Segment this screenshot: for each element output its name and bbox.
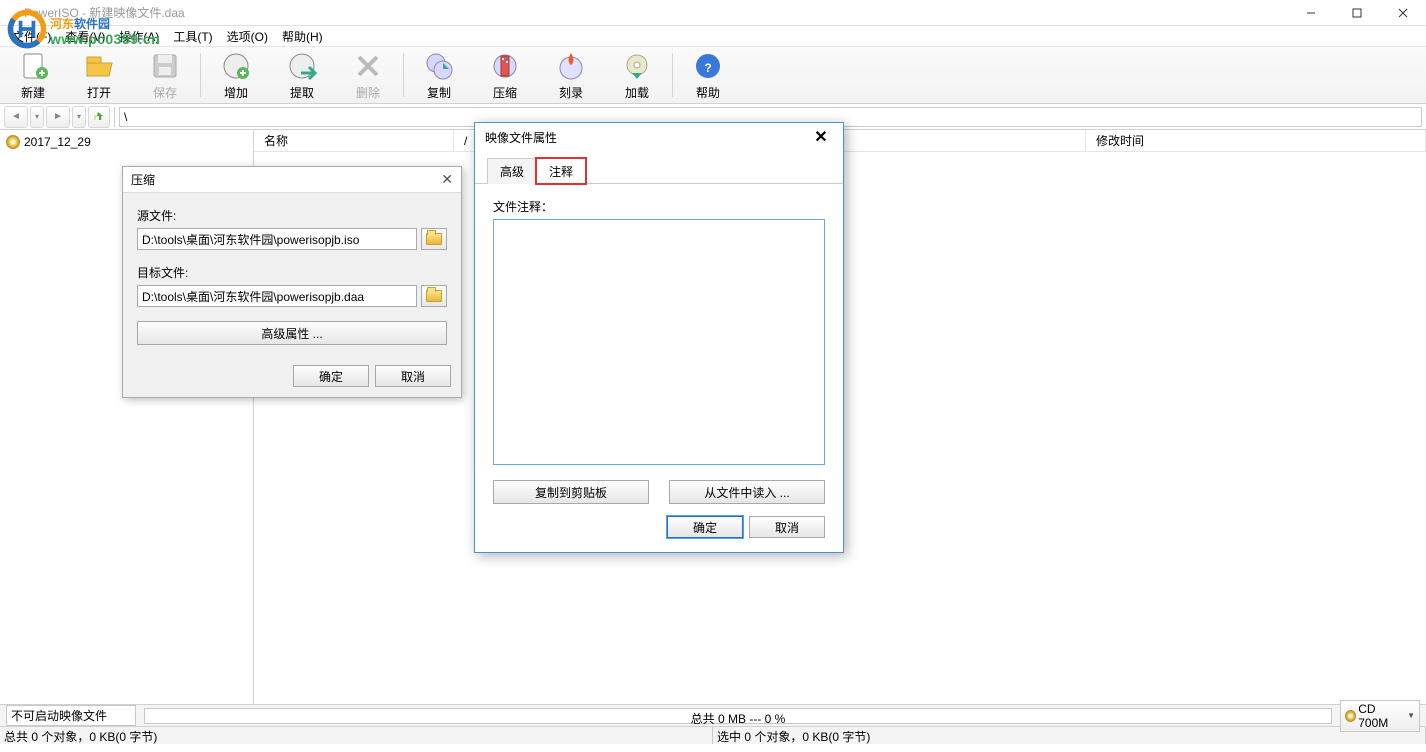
toolbar-delete[interactable]: 删除 xyxy=(335,47,401,103)
extract-icon xyxy=(286,50,318,82)
toolbar-add[interactable]: 增加 xyxy=(203,47,269,103)
copy-icon xyxy=(423,50,455,82)
save-icon xyxy=(149,50,181,82)
maximize-button[interactable] xyxy=(1334,0,1380,26)
props-ok-button[interactable]: 确定 xyxy=(667,516,743,538)
boot-status: 不可启动映像文件 xyxy=(6,705,136,726)
col-modified[interactable]: 修改时间 xyxy=(1086,130,1426,151)
compress-close-icon[interactable]: ✕ xyxy=(441,171,453,188)
source-input[interactable] xyxy=(137,228,417,250)
nav-back-dropdown[interactable]: ▾ xyxy=(30,106,44,128)
watermark-logo xyxy=(4,6,50,52)
target-input[interactable] xyxy=(137,285,417,307)
source-label: 源文件: xyxy=(137,207,447,224)
source-browse-button[interactable] xyxy=(421,228,447,250)
toolbar-extract[interactable]: 提取 xyxy=(269,47,335,103)
props-close-icon[interactable]: ✕ xyxy=(809,127,833,147)
col-name[interactable]: 名称 xyxy=(254,130,454,151)
menubar: 文件(F) 查看(V) 操作(A) 工具(T) 选项(O) 帮助(H) xyxy=(0,26,1426,46)
advanced-button[interactable]: 高级属性 ... xyxy=(137,321,447,345)
toolbar-new[interactable]: 新建 xyxy=(0,47,66,103)
minimize-button[interactable] xyxy=(1288,0,1334,26)
burn-icon xyxy=(555,50,587,82)
nav-up[interactable] xyxy=(88,106,110,128)
menu-tools[interactable]: 工具(T) xyxy=(167,26,218,47)
new-icon xyxy=(17,50,49,82)
close-button[interactable] xyxy=(1380,0,1426,26)
tab-comment[interactable]: 注释 xyxy=(536,158,586,184)
tab-advanced[interactable]: 高级 xyxy=(487,158,537,184)
toolbar-copy[interactable]: 复制 xyxy=(406,47,472,103)
nav-forward-dropdown[interactable]: ▾ xyxy=(72,106,86,128)
compress-cancel-button[interactable]: 取消 xyxy=(375,365,451,387)
nav-back[interactable]: ◄ xyxy=(4,106,28,128)
add-icon xyxy=(220,50,252,82)
props-cancel-button[interactable]: 取消 xyxy=(749,516,825,538)
status-total: 总共 0 个对象，0 KB(0 字节) xyxy=(0,727,713,744)
statusbar-2: 总共 0 个对象，0 KB(0 字节) 选中 0 个对象，0 KB(0 字节) xyxy=(0,726,1426,744)
toolbar-save[interactable]: 保存 xyxy=(132,47,198,103)
svg-text:?: ? xyxy=(704,61,711,75)
disc-icon xyxy=(6,135,20,149)
menu-help[interactable]: 帮助(H) xyxy=(276,26,329,47)
toolbar-open[interactable]: 打开 xyxy=(66,47,132,103)
chevron-down-icon: ▼ xyxy=(1407,711,1415,720)
menu-view[interactable]: 查看(V) xyxy=(59,26,111,47)
toolbar-burn[interactable]: 刻录 xyxy=(538,47,604,103)
tree-root[interactable]: 2017_12_29 xyxy=(6,134,247,150)
toolbar-mount[interactable]: 加载 xyxy=(604,47,670,103)
open-icon xyxy=(83,50,115,82)
target-label: 目标文件: xyxy=(137,264,447,281)
load-from-file-button[interactable]: 从文件中读入 ... xyxy=(669,480,825,504)
folder-icon xyxy=(426,290,442,302)
compress-icon xyxy=(489,50,521,82)
compress-title: 压缩 xyxy=(131,171,155,188)
disc-icon xyxy=(1345,710,1356,722)
help-icon: ? xyxy=(692,50,724,82)
folder-icon xyxy=(426,233,442,245)
statusbar-1: 不可启动映像文件 总共 0 MB --- 0 % CD 700M ▼ xyxy=(0,704,1426,726)
toolbar-compress[interactable]: 压缩 xyxy=(472,47,538,103)
delete-icon xyxy=(352,50,384,82)
mount-icon xyxy=(621,50,653,82)
properties-dialog: 映像文件属性 ✕ 高级 注释 文件注释： 复制到剪贴板 从文件中读入 ... 确… xyxy=(474,122,844,553)
toolbar: 新建 打开 保存 增加 提取 删除 复制 压缩 刻录 加载 ?帮助 xyxy=(0,46,1426,104)
menu-options[interactable]: 选项(O) xyxy=(221,26,274,47)
menu-action[interactable]: 操作(A) xyxy=(113,26,165,47)
comment-label: 文件注释： xyxy=(493,198,825,215)
props-title: 映像文件属性 xyxy=(485,129,557,146)
copy-clipboard-button[interactable]: 复制到剪贴板 xyxy=(493,480,649,504)
target-browse-button[interactable] xyxy=(421,285,447,307)
comment-textarea[interactable] xyxy=(493,219,825,465)
compress-dialog: 压缩 ✕ 源文件: 目标文件: 高级属性 ... 确定 取消 xyxy=(122,166,462,398)
status-selected: 选中 0 个对象，0 KB(0 字节) xyxy=(713,727,1426,744)
capacity-bar: 总共 0 MB --- 0 % xyxy=(144,708,1332,724)
nav-forward[interactable]: ► xyxy=(46,106,70,128)
toolbar-help[interactable]: ?帮助 xyxy=(675,47,741,103)
compress-ok-button[interactable]: 确定 xyxy=(293,365,369,387)
